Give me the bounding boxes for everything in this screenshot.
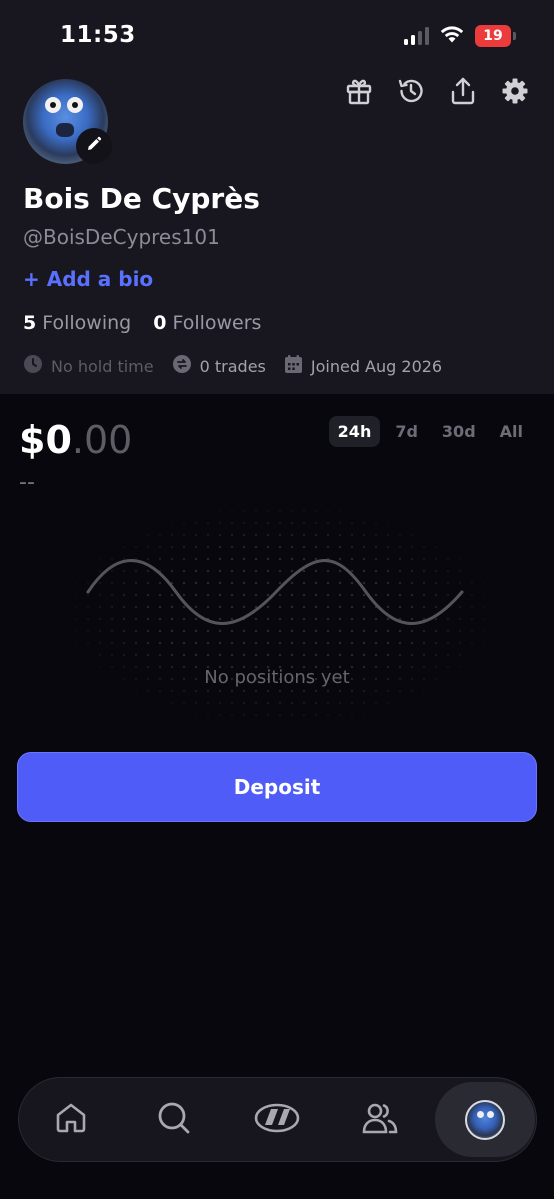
- history-icon: [396, 76, 426, 110]
- portfolio-balance: $0.00: [19, 418, 132, 462]
- following-stat[interactable]: 5 Following: [23, 312, 131, 334]
- pencil-icon: [86, 136, 102, 156]
- balance-decimal: .00: [71, 418, 133, 462]
- share-icon: [448, 76, 478, 110]
- follow-stats: 5 Following 0 Followers: [23, 312, 261, 334]
- profile-avatar: [465, 1099, 505, 1140]
- range-tabs: 24h 7d 30d All: [328, 416, 532, 447]
- range-tab-30d[interactable]: 30d: [433, 416, 485, 447]
- settings-icon: [500, 76, 530, 110]
- header-actions: [344, 76, 530, 110]
- profile-screen: 11:53 19 Bois De Cyprès @BoisDeCypres101…: [0, 0, 554, 1199]
- joined-item: Joined Aug 2026: [284, 354, 442, 378]
- following-count: 5: [23, 312, 37, 334]
- nav-home[interactable]: [19, 1077, 122, 1162]
- edit-avatar-button[interactable]: [76, 128, 112, 164]
- wifi-icon: [439, 24, 465, 48]
- empty-state-message: No positions yet: [204, 667, 350, 688]
- search-icon: [156, 1100, 192, 1140]
- profile-header: 11:53 19 Bois De Cyprès @BoisDeCypres101…: [0, 0, 554, 394]
- following-label: Following: [42, 312, 132, 334]
- nav-people[interactable]: [328, 1077, 431, 1162]
- joined-text: Joined Aug 2026: [310, 356, 443, 376]
- calendar-icon: [284, 354, 303, 378]
- followers-stat[interactable]: 0 Followers: [153, 312, 261, 334]
- gift-button[interactable]: [344, 78, 374, 108]
- settings-button[interactable]: [500, 78, 530, 108]
- history-button[interactable]: [396, 78, 426, 108]
- nav-profile[interactable]: [435, 1082, 535, 1157]
- balance-whole: $0: [19, 418, 72, 462]
- balance-change: --: [19, 470, 35, 495]
- people-icon: [361, 1100, 399, 1140]
- range-tab-all[interactable]: All: [491, 416, 532, 447]
- battery-level: 19: [483, 28, 503, 44]
- nav-search[interactable]: [122, 1077, 225, 1162]
- gift-icon: [344, 76, 374, 110]
- trade-icon: [253, 1102, 301, 1138]
- status-indicators: 19: [404, 24, 516, 48]
- trades-item: 0 trades: [172, 354, 266, 378]
- nav-trade[interactable]: [225, 1077, 328, 1162]
- hold-time-item: No hold time: [23, 354, 154, 378]
- followers-label: Followers: [172, 312, 262, 334]
- followers-count: 0: [153, 312, 167, 334]
- profile-name: Bois De Cyprès: [23, 182, 260, 215]
- bottom-nav: [18, 1077, 537, 1162]
- share-button[interactable]: [448, 76, 478, 110]
- battery-icon: 19: [475, 25, 516, 47]
- signal-icon: [404, 27, 429, 45]
- profile-meta: No hold time 0 trades Joined Aug 2026: [23, 354, 442, 378]
- profile-handle: @BoisDeCypres101: [23, 225, 220, 249]
- add-bio-link[interactable]: + Add a bio: [23, 267, 153, 291]
- hold-time-text: No hold time: [51, 356, 154, 376]
- trades-text: 0 trades: [199, 356, 266, 376]
- deposit-button[interactable]: Deposit: [17, 752, 537, 822]
- range-tab-7d[interactable]: 7d: [386, 416, 427, 447]
- home-icon: [53, 1100, 89, 1140]
- swap-icon: [172, 354, 192, 378]
- empty-state-wave-icon: [86, 559, 464, 625]
- range-tab-24h[interactable]: 24h: [328, 416, 381, 447]
- status-time: 11:53: [60, 22, 136, 48]
- clock-icon: [23, 354, 43, 378]
